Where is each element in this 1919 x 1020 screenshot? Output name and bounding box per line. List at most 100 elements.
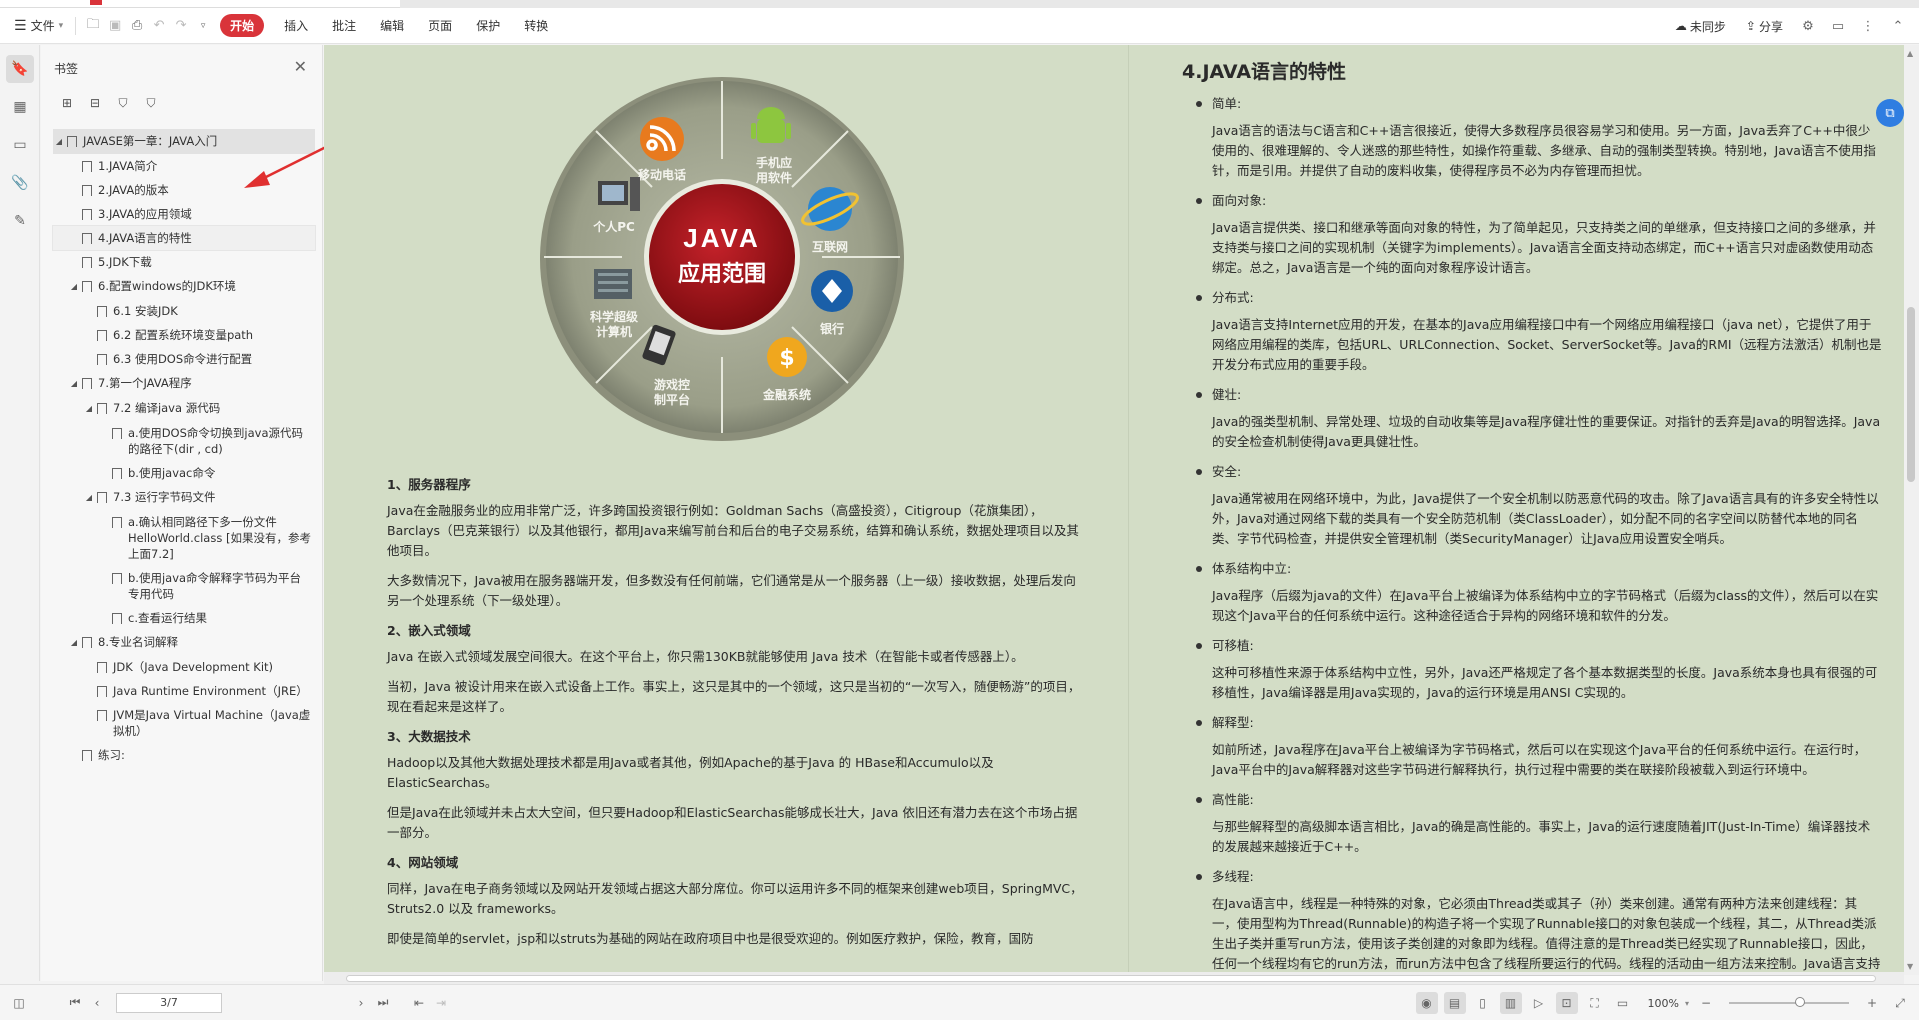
bookmark-item[interactable]: 4.JAVA语言的特性 — [52, 225, 316, 251]
bookmark-item[interactable]: 6.1 安装JDK — [53, 299, 315, 323]
eye-protect-icon[interactable]: ◉ — [1415, 992, 1438, 1014]
collapse-all-icon[interactable]: ⊟ — [87, 95, 103, 111]
vertical-scrollbar[interactable]: ▲ ▼ — [1904, 45, 1919, 975]
svg-text:$: $ — [779, 346, 794, 371]
back-icon[interactable]: ⇤ — [408, 992, 430, 1014]
document-viewport[interactable]: JAVA 应用范围 移动电话 手机应用软件 互联网 银行 $ 金融系统 游戏控制… — [324, 45, 1904, 975]
expand-toggle-icon[interactable]: ◢ — [68, 634, 80, 651]
last-page-icon[interactable]: ⏭ — [372, 992, 394, 1014]
bookmark-item[interactable]: 3.JAVA的应用领域 — [53, 202, 315, 226]
share-button[interactable]: ⇪ 分享 — [1740, 14, 1789, 38]
more-chevron-icon[interactable]: ▿ — [192, 15, 214, 37]
first-page-icon[interactable]: ⏮ — [64, 992, 86, 1014]
print-icon[interactable]: ⎙ — [126, 15, 148, 37]
feature-item: 简单: Java语言的语法与C语言和C++语言很接近，使得大多数程序员很容易学习和… — [1182, 94, 1882, 181]
feature-item: 多线程: 在Java语言中，线程是一种特殊的对象，它必须由Thread类或其子（孙… — [1182, 867, 1882, 975]
menu-protect[interactable]: 保护 — [464, 17, 512, 34]
signature-rail-icon[interactable]: ✎ — [6, 207, 34, 235]
zoom-dropdown-icon[interactable]: ▾ — [1685, 999, 1689, 1008]
menu-start[interactable]: 开始 — [220, 14, 265, 37]
menu-page[interactable]: 页面 — [416, 17, 464, 34]
zoom-level[interactable]: 100% — [1648, 997, 1679, 1010]
bookmark-item[interactable]: c.查看运行结果 — [53, 606, 315, 630]
bookmark-item[interactable]: ◢ 7.3 运行字节码文件 — [53, 485, 315, 510]
page-number-field[interactable]: 3/7 — [116, 992, 222, 1013]
menu-edit[interactable]: 编辑 — [368, 17, 416, 34]
fullscreen-icon[interactable]: ⤢ — [1889, 992, 1911, 1014]
bookmark-item[interactable]: a.使用DOS命令切换到java源代码的路径下(dir , cd) — [53, 421, 315, 461]
zoom-slider-knob[interactable] — [1795, 997, 1805, 1007]
expand-toggle-icon[interactable]: ◢ — [53, 133, 65, 150]
bookmark-item[interactable]: 6.2 配置系统环境变量path — [53, 323, 315, 347]
bookmark-item[interactable]: a.确认相同路径下多一份文件 HelloWorld.class [如果没有，参考… — [53, 510, 315, 566]
menu-insert[interactable]: 插入 — [272, 17, 320, 34]
bookmark-item[interactable]: b.使用java命令解释字节码为平台专用代码 — [53, 566, 315, 606]
bookmark-item[interactable]: ◢ 7.第一个JAVA程序 — [53, 371, 315, 396]
bookmark-item[interactable]: JVM是Java Virtual Machine（Java虚拟机） — [53, 703, 315, 743]
main-toolbar: ☰ 文件 ▾ 🗀 ▣ ⎙ ↶ ↷ ▿ 开始 插入 批注 编辑 页面 保护 转换 … — [0, 8, 1919, 44]
bookmark-rail-icon[interactable]: 🔖 — [6, 55, 34, 83]
horizontal-scroll-thumb[interactable] — [346, 975, 1876, 982]
single-page-view-icon[interactable]: ▤ — [1443, 992, 1466, 1014]
bookmark-label: 7.第一个JAVA程序 — [98, 376, 192, 390]
sync-button[interactable]: ☁ 未同步 — [1669, 14, 1732, 38]
bookmark-item[interactable]: Java Runtime Environment（JRE） — [53, 679, 315, 703]
menu-convert[interactable]: 转换 — [512, 17, 560, 34]
comment-rail-icon[interactable]: ▭ — [6, 131, 34, 159]
zoom-out-icon[interactable]: − — [1695, 992, 1717, 1014]
menu-annotate[interactable]: 批注 — [320, 17, 368, 34]
comment-icon[interactable]: ▭ — [1827, 15, 1849, 37]
bookmark-item[interactable]: b.使用javac命令 — [53, 461, 315, 485]
zoom-slider[interactable] — [1729, 997, 1849, 1007]
two-page-view-icon[interactable]: ▥ — [1499, 992, 1522, 1014]
toolbar-right: ☁ 未同步 ⇪ 分享 ⚙ ▭ ⋮ ⌃ — [1669, 8, 1909, 44]
next-page-icon[interactable]: › — [350, 992, 372, 1014]
prev-page-icon[interactable]: ‹ — [86, 992, 108, 1014]
app-mark — [90, 0, 102, 5]
bookmark-item[interactable]: ◢ 8.专业名词解释 — [53, 630, 315, 655]
floating-tool-icon[interactable]: ⧉ — [1876, 99, 1904, 127]
bookmark-item[interactable]: JDK（Java Development Kit) — [53, 655, 315, 679]
feature-body: 这种可移植性来源于体系结构中立性，另外，Java还严格规定了各个基本数据类型的长… — [1212, 665, 1878, 700]
file-menu-button[interactable]: ☰ 文件 ▾ — [8, 14, 69, 38]
bookmark-item[interactable]: ◢ 6.配置windows的JDK环境 — [53, 274, 315, 299]
save-icon[interactable]: ▣ — [104, 15, 126, 37]
vertical-scroll-thumb[interactable] — [1907, 307, 1915, 482]
open-folder-icon[interactable]: 🗀 — [82, 15, 104, 37]
left-text-column: 1、服务器程序 Java在金融服务业的应用非常广泛，许多跨国投资银行例如：Gold… — [387, 469, 1087, 959]
undo-icon[interactable]: ↶ — [148, 15, 170, 37]
expand-toggle-icon[interactable]: ◢ — [68, 278, 80, 295]
zoom-in-icon[interactable]: + — [1861, 992, 1883, 1014]
close-icon[interactable]: ✕ — [294, 57, 307, 76]
horizontal-scrollbar[interactable] — [324, 972, 1904, 984]
play-icon[interactable]: ▷ — [1528, 992, 1550, 1014]
sidebar-toggle-icon[interactable]: ◫ — [8, 992, 30, 1014]
actual-size-icon[interactable]: ⊡ — [1555, 992, 1578, 1014]
feature-heading: 体系结构中立: — [1212, 561, 1292, 576]
expand-toggle-icon[interactable]: ◢ — [83, 400, 95, 417]
bookmark-icon[interactable]: ⛉ — [143, 95, 159, 111]
settings-icon[interactable]: ⚙ — [1797, 15, 1819, 37]
expand-toggle-icon[interactable]: ◢ — [83, 489, 95, 506]
scroll-up-icon[interactable]: ▲ — [1907, 49, 1913, 58]
fit-page-icon[interactable]: ⛶ — [1584, 992, 1606, 1014]
bookmark-icon — [112, 573, 122, 584]
expand-all-icon[interactable]: ⊞ — [59, 95, 75, 111]
document-tab[interactable] — [0, 0, 400, 8]
scroll-down-icon[interactable]: ▼ — [1907, 962, 1913, 971]
bookmark-item[interactable]: ◢ 7.2 编译java 源代码 — [53, 396, 315, 421]
bookmark-item[interactable]: 练习: — [53, 743, 315, 767]
attachment-rail-icon[interactable]: 📎 — [6, 169, 34, 197]
bookmark-item[interactable]: 6.3 使用DOS命令进行配置 — [53, 347, 315, 371]
redo-icon[interactable]: ↷ — [170, 15, 192, 37]
collapse-icon[interactable]: ⌃ — [1887, 15, 1909, 37]
continuous-view-icon[interactable]: ▯ — [1472, 992, 1494, 1014]
add-bookmark-icon[interactable]: ⛉ — [115, 95, 131, 111]
more-icon[interactable]: ⋮ — [1857, 15, 1879, 37]
paragraph: 同样，Java在电子商务领域以及网站开发领域占据这大部分席位。你可以运用许多不同… — [387, 881, 1083, 916]
expand-toggle-icon[interactable]: ◢ — [68, 375, 80, 392]
fit-width-icon[interactable]: ▭ — [1612, 992, 1634, 1014]
thumbnail-rail-icon[interactable]: ▦ — [6, 93, 34, 121]
bookmark-item[interactable]: 5.JDK下载 — [53, 250, 315, 274]
forward-icon[interactable]: ⇥ — [430, 992, 452, 1014]
